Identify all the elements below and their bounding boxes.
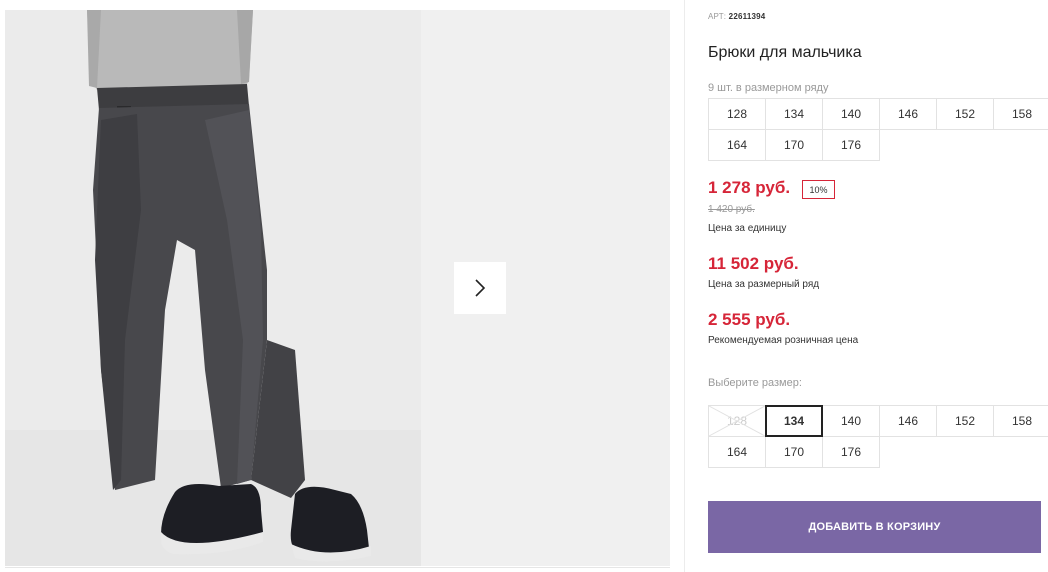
size-row-cell: 164 — [708, 129, 766, 161]
choose-size-label: Выберите размер: — [708, 377, 802, 389]
size-option-128[interactable]: 128 — [708, 405, 766, 437]
size-option-170[interactable]: 170 — [765, 436, 823, 468]
article-value: 22611394 — [728, 12, 766, 21]
add-to-cart-button[interactable]: ДОБАВИТЬ В КОРЗИНУ — [708, 501, 1041, 553]
size-row-table: 128 134 140 146 152 158 164 170 176 — [708, 98, 1048, 161]
size-picker: 128 134 140 146 152 158 164 170 176 — [708, 405, 1048, 468]
unit-price-caption: Цена за единицу — [708, 223, 787, 234]
size-option-146[interactable]: 146 — [879, 405, 937, 437]
cross-out-icon — [709, 406, 765, 436]
product-gallery — [0, 0, 670, 572]
product-title: Брюки для мальчика — [708, 44, 862, 61]
size-row-cell: 128 — [708, 98, 766, 130]
size-row-cell: 152 — [936, 98, 994, 130]
old-price: 1 420 руб. — [708, 204, 755, 215]
gallery-divider — [5, 567, 670, 568]
pants-illustration — [5, 10, 421, 566]
chevron-right-icon — [475, 279, 486, 297]
size-row-cell: 140 — [822, 98, 880, 130]
article-number: АРТ: 22611394 — [708, 12, 765, 21]
size-option-134[interactable]: 134 — [765, 405, 823, 437]
column-divider — [684, 0, 685, 572]
size-option-158[interactable]: 158 — [993, 405, 1048, 437]
retail-price: 2 555 руб. — [708, 310, 791, 329]
discount-badge: 10% — [802, 180, 835, 199]
product-info: АРТ: 22611394 Брюки для мальчика 9 шт. в… — [708, 0, 1048, 572]
next-photo-button[interactable] — [454, 262, 506, 314]
size-row-price-caption: Цена за размерный ряд — [708, 279, 820, 290]
size-row-cell: 176 — [822, 129, 880, 161]
product-photo[interactable] — [5, 10, 421, 566]
size-row-cell: 134 — [765, 98, 823, 130]
unit-price: 1 278 руб. — [708, 178, 791, 197]
size-option-176[interactable]: 176 — [822, 436, 880, 468]
size-option-164[interactable]: 164 — [708, 436, 766, 468]
article-label: АРТ: — [708, 12, 727, 21]
size-option-140[interactable]: 140 — [822, 405, 880, 437]
size-row-price: 11 502 руб. — [708, 254, 799, 273]
size-row-cell: 170 — [765, 129, 823, 161]
size-row-cell: 158 — [993, 98, 1048, 130]
size-option-152[interactable]: 152 — [936, 405, 994, 437]
retail-price-caption: Рекомендуемая розничная цена — [708, 335, 859, 346]
size-row-count: 9 шт. в размерном ряду — [708, 82, 829, 94]
size-row-cell: 146 — [879, 98, 937, 130]
